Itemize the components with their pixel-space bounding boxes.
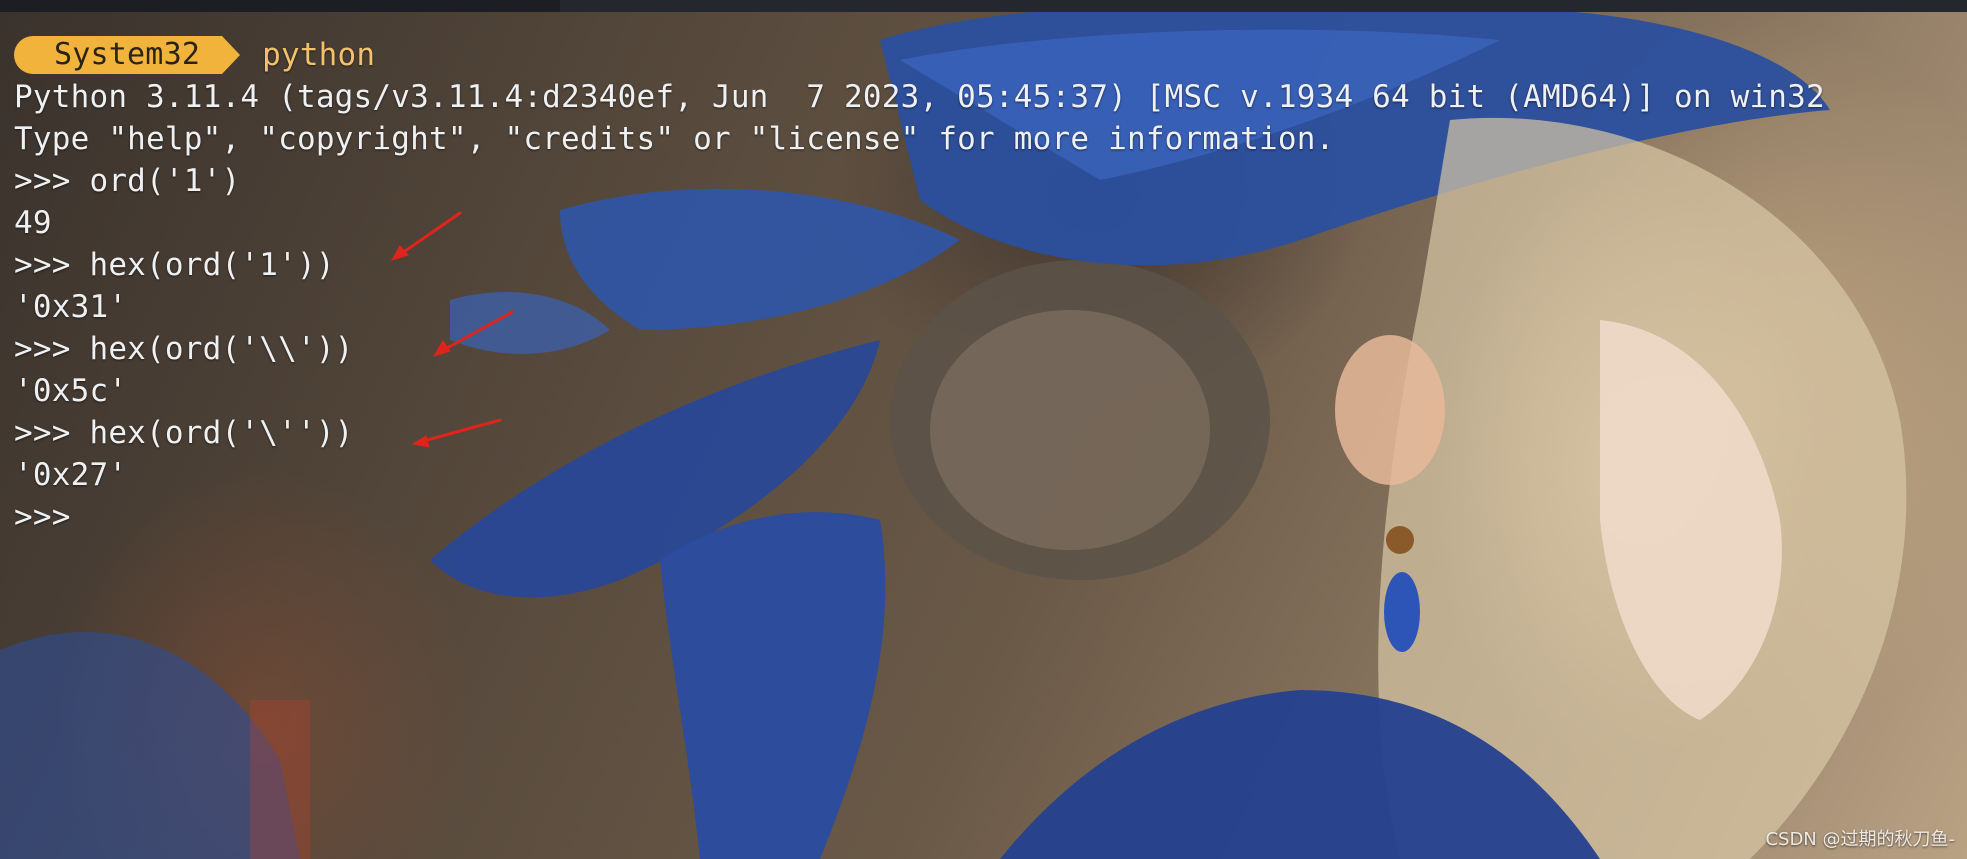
- python-help-hint: Type "help", "copyright", "credits" or "…: [14, 121, 1335, 157]
- repl-output-line: '0x31': [14, 289, 128, 325]
- prompt-command: python: [262, 37, 376, 73]
- repl-output-line: '0x27': [14, 457, 128, 493]
- repl-current-prompt[interactable]: >>>: [14, 496, 1954, 538]
- repl-input-line: >>> hex(ord('\'')): [14, 415, 354, 451]
- prompt-directory-segment: System32: [14, 36, 241, 74]
- terminal-output[interactable]: System32 python Python 3.11.4 (tags/v3.1…: [14, 34, 1954, 538]
- repl-input-line: >>> ord('1'): [14, 163, 241, 199]
- repl-output-line: 49: [14, 205, 52, 241]
- shell-prompt: System32 python: [14, 34, 1954, 76]
- repl-output-line: '0x5c': [14, 373, 128, 409]
- watermark-text: CSDN @过期的秋刀鱼-: [1765, 829, 1955, 850]
- repl-input-line: >>> hex(ord('\\')): [14, 331, 354, 367]
- python-version-banner: Python 3.11.4 (tags/v3.11.4:d2340ef, Jun…: [14, 79, 1825, 115]
- window-title-bar: [0, 0, 1967, 12]
- repl-input-line: >>> hex(ord('1')): [14, 247, 335, 283]
- terminal-tab-strip: [0, 0, 560, 12]
